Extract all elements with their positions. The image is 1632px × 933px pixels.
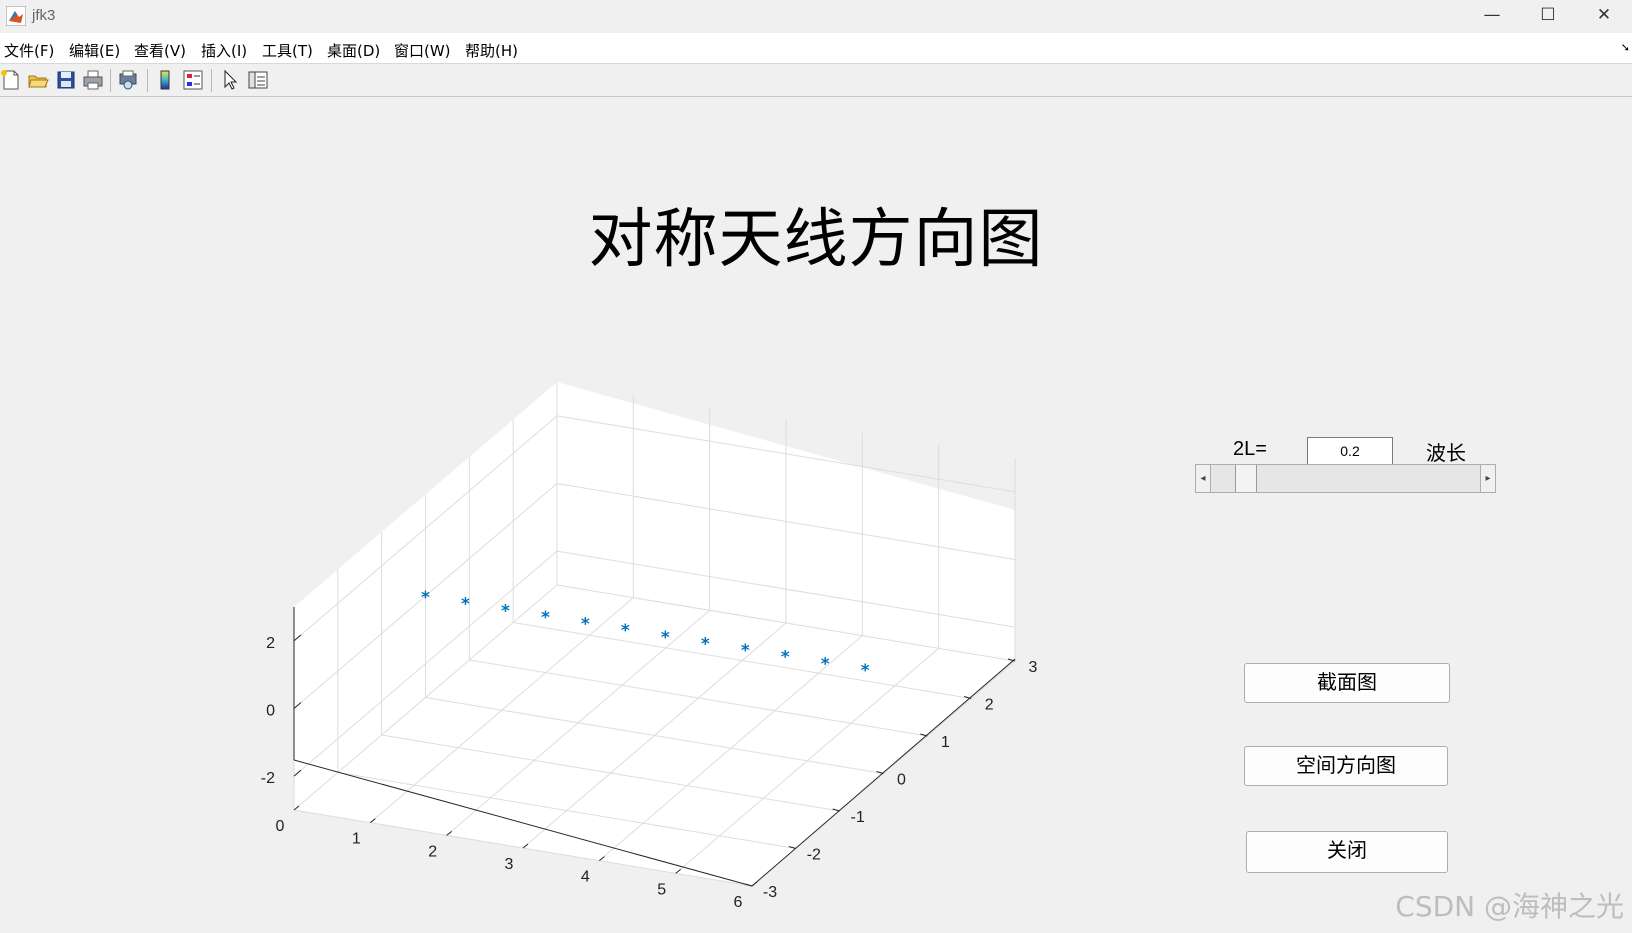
data-point: * <box>621 621 630 641</box>
x-tick-label: 2 <box>428 843 437 860</box>
axes-back-panels <box>294 382 1015 886</box>
data-point: * <box>781 648 790 668</box>
data-point: * <box>461 595 470 615</box>
z-tick-label: 2 <box>266 635 275 652</box>
y-tick-label: 2 <box>985 697 994 714</box>
length-slider[interactable]: ◂ ▸ <box>1195 464 1496 493</box>
data-point: * <box>741 641 750 661</box>
data-point: * <box>421 588 430 608</box>
data-point: * <box>821 654 830 674</box>
y-tick-label: -2 <box>807 847 821 864</box>
length-label: 2L= <box>1233 438 1267 460</box>
cross-section-button[interactable]: 截面图 <box>1244 663 1450 703</box>
y-tick-label: 3 <box>1029 659 1038 676</box>
y-tick-label: 0 <box>897 772 906 789</box>
x-tick-label: 5 <box>657 881 666 898</box>
slider-thumb[interactable] <box>1234 465 1257 492</box>
slider-left-arrow-icon[interactable]: ◂ <box>1196 465 1211 492</box>
y-tick-label: -1 <box>851 809 865 826</box>
data-point: * <box>581 615 590 635</box>
z-tick-label: -2 <box>261 770 275 787</box>
data-point: * <box>861 661 870 681</box>
slider-right-arrow-icon[interactable]: ▸ <box>1480 465 1495 492</box>
x-tick-label: 0 <box>276 818 285 835</box>
data-point: * <box>541 608 550 628</box>
length-input[interactable]: 0.2 <box>1307 437 1393 465</box>
close-button[interactable]: 关闭 <box>1246 831 1448 873</box>
x-tick-label: 4 <box>581 869 590 886</box>
wavelength-unit-label: 波长 <box>1426 441 1466 465</box>
data-point: * <box>701 634 710 654</box>
spatial-pattern-button[interactable]: 空间方向图 <box>1244 746 1448 786</box>
z-tick-label: 0 <box>266 703 275 720</box>
y-tick-label: 1 <box>941 734 950 751</box>
data-point: * <box>661 628 670 648</box>
data-point: * <box>501 601 510 621</box>
y-tick-label: -3 <box>763 884 777 901</box>
watermark: CSDN @海神之光 <box>1395 890 1624 923</box>
x-tick-label: 3 <box>505 856 514 873</box>
x-tick-label: 6 <box>734 894 743 911</box>
x-tick-label: 1 <box>352 831 361 848</box>
